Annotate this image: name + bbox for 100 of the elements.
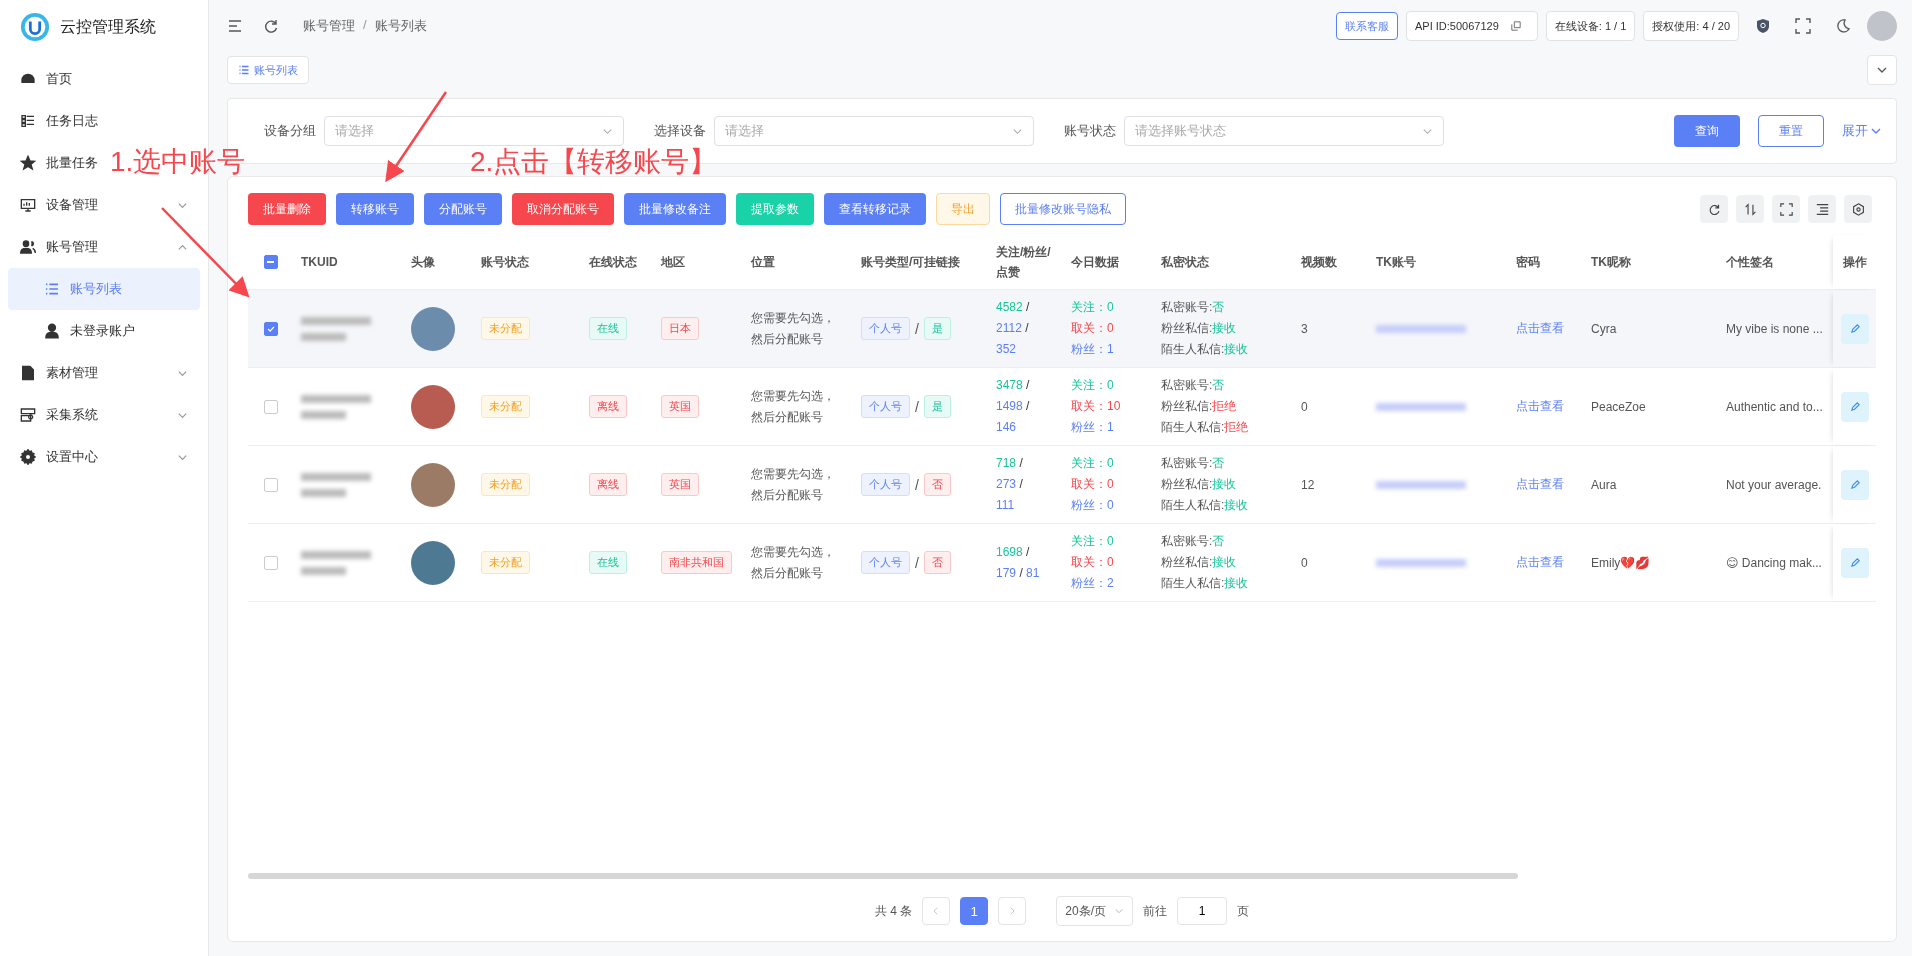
settings-icon: [1851, 202, 1865, 216]
fullscreen-button[interactable]: [1772, 195, 1800, 223]
toolbar-button[interactable]: 批量修改备注: [624, 193, 726, 225]
account-type-tag: 个人号: [861, 551, 910, 574]
online-status-tag: 在线: [589, 317, 627, 340]
star-icon: [20, 155, 36, 171]
column-header: 关注/粉丝/点赞: [996, 244, 1052, 281]
settings-button[interactable]: [1844, 195, 1872, 223]
signature-text: Not your average.: [1726, 477, 1822, 492]
sidebar-item[interactable]: 设备管理: [0, 184, 208, 226]
region-tag: 英国: [661, 473, 699, 496]
tabs-dropdown-button[interactable]: [1867, 55, 1897, 85]
list-icon: [44, 281, 60, 297]
edit-button[interactable]: [1841, 391, 1869, 422]
nickname-text: Cyra: [1591, 321, 1617, 336]
reset-button[interactable]: 重置: [1758, 115, 1824, 147]
separator-text: /: [915, 398, 919, 415]
sidebar-item[interactable]: 批量任务: [0, 142, 104, 184]
moon-icon[interactable]: [1835, 18, 1851, 34]
video-count: 0: [1301, 555, 1308, 570]
separator-text: /: [1019, 565, 1023, 580]
menu-icon[interactable]: [227, 18, 243, 34]
edit-button[interactable]: [1841, 547, 1869, 578]
row-checkbox[interactable]: [263, 555, 278, 570]
page-button[interactable]: 1: [960, 897, 989, 925]
goto-label: 前往: [1143, 902, 1167, 920]
linkable-tag: 否: [923, 473, 951, 496]
sidebar-item[interactable]: 首页: [0, 58, 78, 100]
support-button[interactable]: 联系客服: [1336, 12, 1399, 40]
page-size-select[interactable]: 20条/页: [1056, 896, 1133, 926]
toolbar-button[interactable]: 分配账号: [424, 193, 502, 225]
select-all-checkbox[interactable]: [263, 255, 278, 269]
user-icon: [44, 323, 60, 339]
toolbar-button[interactable]: 批量删除: [248, 193, 326, 225]
signature-text: Authentic and to...: [1726, 399, 1823, 414]
view-password-link[interactable]: 点击查看: [1516, 476, 1564, 493]
edit-button[interactable]: [1841, 313, 1869, 344]
separator-text: /: [915, 320, 919, 337]
column-header: 视频数: [1301, 254, 1337, 271]
toolbar-button[interactable]: 转移账号: [336, 193, 414, 225]
row-checkbox[interactable]: [263, 477, 278, 492]
column-header: 操作: [1843, 254, 1867, 271]
toolbar-button[interactable]: 导出: [936, 193, 990, 225]
expand-link[interactable]: 展开: [1842, 122, 1882, 140]
column-header: TKUID: [301, 254, 338, 271]
toolbar-button[interactable]: 取消分配账号: [512, 193, 614, 225]
account-type-tag: 个人号: [861, 395, 910, 418]
view-password-link[interactable]: 点击查看: [1516, 398, 1564, 415]
sidebar-item[interactable]: 采集系统: [0, 394, 208, 436]
linkable-tag: 是: [923, 395, 951, 418]
gear-icon: [20, 449, 36, 465]
column-header: TK账号: [1376, 254, 1416, 271]
linkable-tag: 否: [923, 551, 951, 574]
chevron-down-icon: [1114, 906, 1124, 916]
today-stat: 粉丝：1: [1071, 419, 1115, 436]
sidebar-subitem[interactable]: 未登录账户: [8, 310, 200, 352]
breadcrumb-item[interactable]: 账号管理: [303, 17, 355, 35]
monitor-icon: [20, 197, 36, 213]
refresh-icon[interactable]: [263, 18, 279, 34]
column-header: 今日数据: [1071, 254, 1119, 271]
column-header: 位置: [751, 254, 775, 271]
online-status-tag: 离线: [589, 473, 627, 496]
sidebar-item[interactable]: 账号管理: [0, 226, 208, 268]
sort-button[interactable]: [1736, 195, 1764, 223]
view-password-link[interactable]: 点击查看: [1516, 554, 1564, 571]
select-field[interactable]: 请选择: [714, 116, 1034, 146]
edit-button[interactable]: [1841, 469, 1869, 500]
query-button[interactable]: 查询: [1674, 115, 1740, 147]
nickname-text: PeaceZoe: [1591, 399, 1646, 414]
sidebar-subitem[interactable]: 账号列表: [8, 268, 200, 310]
select-field[interactable]: 请选择账号状态: [1124, 116, 1444, 146]
columns-button[interactable]: [1808, 195, 1836, 223]
refresh-button[interactable]: [1700, 195, 1728, 223]
toolbar-button[interactable]: 批量修改账号隐私: [1000, 193, 1126, 225]
sidebar-item[interactable]: 任务日志: [0, 100, 104, 142]
privacy-line: 私密账号:否: [1161, 455, 1226, 472]
breadcrumb-item[interactable]: 账号列表: [374, 17, 427, 35]
row-checkbox[interactable]: [263, 399, 278, 414]
privacy-line: 私密账号:否: [1161, 299, 1226, 316]
separator-text: /: [915, 554, 919, 571]
column-header: 在线状态: [589, 254, 637, 271]
breadcrumb-separator: /: [363, 17, 367, 34]
license-badge: 授权使用: 4 / 20: [1643, 11, 1739, 41]
online-devices-badge: 在线设备: 1 / 1: [1545, 11, 1636, 41]
total-text: 共 4 条: [875, 902, 913, 920]
scrollbar-thumb[interactable]: [248, 873, 1518, 879]
shield-icon[interactable]: [1755, 18, 1771, 34]
sidebar-item[interactable]: 素材管理: [0, 352, 208, 394]
copy-icon[interactable]: [1510, 21, 1521, 31]
page-tab[interactable]: 账号列表: [227, 56, 309, 84]
view-password-link[interactable]: 点击查看: [1516, 320, 1564, 337]
row-checkbox[interactable]: [263, 321, 278, 336]
select-field[interactable]: 请选择: [324, 116, 624, 146]
page-input[interactable]: 1: [1177, 897, 1227, 925]
list-tree-icon: [20, 113, 36, 129]
toolbar-button[interactable]: 查看转移记录: [824, 193, 926, 225]
fullscreen-icon[interactable]: [1795, 18, 1811, 34]
app-title: 云控管理系统: [60, 16, 156, 37]
count-text: 2112: [996, 321, 1022, 335]
sidebar-item[interactable]: 设置中心: [0, 436, 208, 478]
